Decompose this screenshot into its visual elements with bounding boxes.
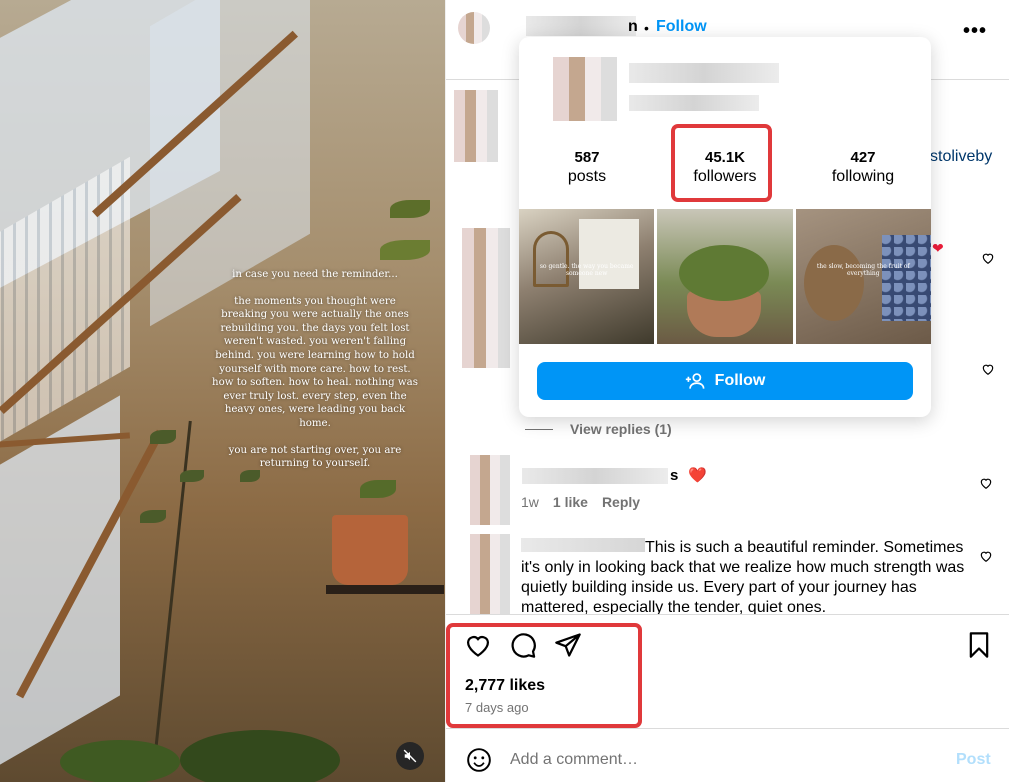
bowl-shape — [803, 245, 864, 321]
mute-button[interactable] — [396, 742, 424, 770]
add-user-icon — [685, 373, 705, 389]
comment-time: 1w — [521, 494, 539, 510]
foliage — [60, 740, 180, 782]
emoji-smiley-icon[interactable] — [466, 747, 492, 773]
following-label: following — [831, 168, 895, 185]
reel-overlay-text: in case you need the reminder... the mom… — [212, 268, 418, 484]
mirror-shape — [533, 231, 569, 287]
leaf — [140, 510, 166, 523]
thumbnail-caption: so gentle. the way you became someone ne… — [539, 263, 634, 277]
leaf — [150, 430, 176, 444]
username-redacted[interactable] — [526, 16, 636, 36]
posts-count: 587 — [574, 149, 600, 166]
like-comment-heart-icon[interactable] — [981, 251, 995, 265]
post-thumbnail[interactable]: so gentle. the way you became someone ne… — [519, 209, 655, 344]
stat-posts[interactable]: 587 posts — [527, 149, 647, 186]
card-follow-label: Follow — [714, 372, 766, 389]
comment-likes-link[interactable]: 1 like — [553, 494, 588, 510]
herb-shape — [679, 245, 770, 301]
like-comment-heart-icon[interactable] — [981, 362, 995, 376]
recent-posts-grid: so gentle. the way you became someone ne… — [519, 209, 931, 344]
leaf — [180, 470, 204, 482]
speaker-muted-icon — [403, 749, 417, 763]
leaf — [380, 240, 430, 260]
thumbnail-caption: the slow, becoming the fruit of everythi… — [816, 263, 910, 277]
comment-meta: 1w 1 like Reply — [521, 494, 640, 510]
post-details-panel: n • Follow ••• stoliveby ❤ View replies … — [445, 0, 1010, 782]
comment-username-redacted[interactable] — [521, 538, 645, 552]
overlay-line-2: the moments you thought were breaking yo… — [212, 295, 418, 429]
comment-username-suffix: s — [670, 467, 679, 484]
heart-emoji: ❤️ — [688, 467, 707, 484]
like-comment-heart-icon[interactable] — [979, 476, 993, 490]
profile-hover-card: 587 posts 45.1K followers 427 following … — [519, 37, 931, 417]
posts-label: posts — [567, 168, 607, 185]
like-comment-heart-icon[interactable] — [979, 549, 993, 563]
caption-avatar-redacted — [454, 90, 498, 162]
comment-avatar-redacted — [470, 534, 510, 614]
comment-text: This is such a beautiful reminder. Somet… — [521, 538, 971, 614]
post-comment-button[interactable]: Post — [956, 751, 991, 769]
caption-hashtag-link[interactable]: stoliveby — [930, 148, 992, 166]
partial-heart-emoji: ❤ — [932, 240, 944, 256]
post-media[interactable]: in case you need the reminder... the mom… — [0, 0, 445, 782]
view-replies-link[interactable]: View replies (1) — [570, 421, 672, 437]
add-comment-bar: Add a comment… Post — [446, 728, 1009, 782]
header-follow-button[interactable]: Follow — [656, 18, 707, 36]
post-thumbnail[interactable]: the slow, becoming the fruit of everythi… — [795, 209, 931, 344]
comment-avatar-redacted — [470, 455, 510, 525]
card-username-redacted[interactable] — [629, 63, 779, 83]
overlay-line-3: you are not starting over, you are retur… — [228, 444, 402, 470]
comment-avatars-redacted — [462, 228, 510, 368]
instagram-post-view: in case you need the reminder... the mom… — [0, 0, 1010, 782]
comment-username-redacted[interactable] — [522, 468, 668, 484]
blueberries-shape — [881, 235, 931, 321]
wall-shelf — [326, 585, 444, 594]
window-pane-lower — [0, 395, 120, 765]
leaf — [390, 200, 430, 218]
comment-reply-button[interactable]: Reply — [602, 494, 640, 510]
username-suffix[interactable]: n — [628, 18, 638, 36]
stat-following[interactable]: 427 following — [803, 149, 923, 186]
foliage — [180, 730, 340, 782]
card-fullname-redacted — [629, 95, 759, 111]
separator-dot: • — [644, 20, 649, 36]
actions-highlight-box — [446, 623, 642, 728]
followers-highlight-box — [671, 124, 772, 202]
card-follow-button[interactable]: Follow — [537, 362, 913, 400]
more-options-icon[interactable]: ••• — [963, 21, 987, 41]
comment-input[interactable]: Add a comment… — [510, 751, 638, 769]
following-count: 427 — [850, 149, 876, 166]
flower-pot — [332, 515, 408, 585]
overlay-line-1: in case you need the reminder... — [232, 269, 398, 280]
window-shape — [579, 219, 639, 289]
avatar[interactable] — [458, 12, 490, 44]
post-thumbnail[interactable] — [657, 209, 793, 344]
save-bookmark-icon[interactable] — [965, 631, 993, 659]
card-avatar-redacted[interactable] — [553, 57, 617, 121]
view-replies-divider — [525, 429, 553, 430]
post-actions: 2,777 likes 7 days ago — [446, 614, 1009, 728]
